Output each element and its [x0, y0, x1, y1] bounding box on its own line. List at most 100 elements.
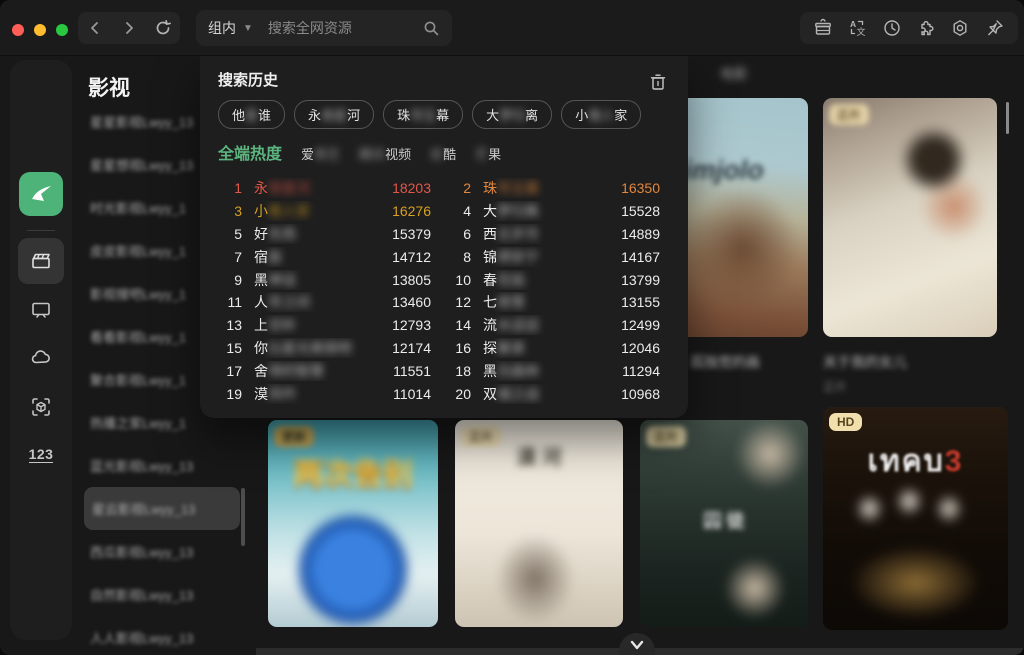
- library-item-label: 皮皮影视Lwyy_1: [90, 244, 187, 259]
- library-item-label: 西瓜影视Lwyy_13: [90, 545, 194, 560]
- rank-number: 12: [455, 294, 471, 311]
- rank-number: 16: [455, 339, 471, 356]
- tab-text-part: 果: [488, 147, 502, 162]
- ranking-item[interactable]: 18 黑白森林 11294: [447, 359, 660, 382]
- platform-tab-1[interactable]: 腾讯视频: [359, 144, 411, 163]
- rank-title-blurred: 世之间: [268, 294, 310, 311]
- history-tag[interactable]: 小巷人家: [561, 100, 642, 129]
- history-button[interactable]: [880, 16, 904, 40]
- platform-tab-3[interactable]: 芒果: [475, 144, 501, 163]
- ranking-item[interactable]: 17 舍得的智慧 11551: [218, 359, 431, 382]
- rank-number: 18: [455, 362, 471, 379]
- section-tab[interactable]: 电影: [720, 64, 748, 84]
- ranking-item[interactable]: 19 漠风吟 11014: [218, 382, 431, 405]
- rank-title-blurred: 敌: [268, 248, 282, 265]
- forward-button[interactable]: [116, 15, 142, 41]
- rank-value: 12793: [392, 317, 431, 334]
- sidebar-item-tv[interactable]: [18, 286, 64, 332]
- poster-card[interactable]: 漠 河正片: [455, 420, 623, 627]
- library-item-label: 人人影视Lwyy_13: [90, 631, 194, 646]
- ranking-item[interactable]: 16 探案录 12046: [447, 337, 660, 360]
- library-item[interactable]: 星云影视Lwyy_13: [84, 487, 240, 530]
- library-item-label: 蓝光影视Lwyy_13: [90, 459, 194, 474]
- history-tag[interactable]: 永夜星河: [294, 100, 375, 129]
- ranking-item[interactable]: 20 双城之战 10968: [447, 382, 660, 405]
- ranking-item[interactable]: 11 人世之间 13460: [218, 291, 431, 314]
- poster-card[interactable]: เทคบ3 HD: [823, 407, 1008, 630]
- sidebar-item-cloud[interactable]: [18, 334, 64, 380]
- rank-title: 你比星光美丽吧: [254, 338, 392, 358]
- gift-button[interactable]: [811, 16, 835, 40]
- app-logo[interactable]: [19, 172, 63, 216]
- rank-title: 黑神话: [254, 270, 392, 290]
- rank-title-prefix: 小: [254, 203, 268, 220]
- rank-title: 大梦归离: [483, 201, 621, 221]
- search-scope-select[interactable]: 组内: [208, 18, 236, 38]
- rank-value: 15528: [621, 203, 660, 220]
- library-item[interactable]: 人人影视Lwyy_13: [76, 616, 250, 655]
- search-input[interactable]: [265, 19, 416, 37]
- poster-title: 孤独觉的画: [690, 354, 760, 370]
- rank-title-prefix: 黑: [254, 271, 268, 288]
- ranking-item[interactable]: 13 上甘岭 12793: [218, 314, 431, 337]
- rank-number: 9: [234, 271, 242, 288]
- ranking-item[interactable]: 15 你比星光美丽吧 12174: [218, 337, 431, 360]
- pin-button[interactable]: [983, 16, 1007, 40]
- refresh-icon: [156, 19, 171, 35]
- ranking-item[interactable]: 10 春花焰 13799: [447, 268, 660, 291]
- rank-value: 11551: [393, 362, 431, 379]
- scroll-more-button[interactable]: [619, 633, 655, 655]
- rank-title: 宿敌: [254, 247, 392, 267]
- history-tag[interactable]: 大梦归离: [472, 100, 553, 129]
- settings-button[interactable]: [948, 16, 972, 40]
- library-item[interactable]: 自然影视Lwyy_13: [76, 573, 250, 616]
- poster-card[interactable]: 两次告别 更新: [268, 420, 438, 627]
- ranking-item[interactable]: 8 锦绣安宁 14167: [447, 245, 660, 268]
- refresh-button[interactable]: [150, 15, 176, 41]
- ranking-item[interactable]: 6 西北岁月 14889: [447, 223, 660, 246]
- minimize-button[interactable]: [34, 24, 46, 36]
- translate-button[interactable]: A 文: [845, 16, 869, 40]
- extensions-button[interactable]: [914, 16, 938, 40]
- library-title: 影视: [88, 77, 130, 100]
- clear-history-button[interactable]: [650, 73, 666, 91]
- poster-card[interactable]: 正片: [823, 98, 997, 337]
- library-item[interactable]: 西瓜影视Lwyy_13: [76, 530, 250, 573]
- history-tag[interactable]: 珠帘玉幕: [383, 100, 464, 129]
- close-button[interactable]: [12, 24, 24, 36]
- ranking-item[interactable]: 9 黑神话 13805: [218, 268, 431, 291]
- rank-value: 13460: [392, 294, 431, 311]
- rank-title-blurred: 神话: [268, 271, 296, 288]
- library-item[interactable]: 蓝光影视Lwyy_13: [76, 444, 250, 487]
- sidebar-item-numbers[interactable]: 123: [18, 432, 64, 478]
- library-item-label: 星星想视Lwyy_13: [90, 158, 194, 173]
- ranking-item[interactable]: 5 好东西 15379: [218, 223, 431, 246]
- platform-tab-2[interactable]: 优酷: [430, 144, 456, 163]
- poster-title: 关于我的女儿: [823, 354, 907, 370]
- library-item-label: 时光影视Lwyy_1: [90, 201, 187, 216]
- ranking-item[interactable]: 12 七夜雪 13155: [447, 291, 660, 314]
- ranking-item[interactable]: 7 宿敌 14712: [218, 245, 431, 268]
- rank-title-prefix: 上: [254, 317, 268, 334]
- rank-title-blurred: 梦归离: [497, 203, 539, 220]
- poster-card[interactable]: 囚 徒 正片: [640, 420, 808, 627]
- tag-blurred-part: 梦归: [499, 108, 526, 123]
- library-scrollbar-thumb[interactable]: [241, 488, 245, 546]
- library-item-label: 星云影视Lwyy_13: [92, 502, 196, 517]
- ranking-item[interactable]: 1 永夜星河 18203: [218, 177, 431, 200]
- rank-title-prefix: 流: [483, 317, 497, 334]
- tab-all-platforms[interactable]: 全端热度: [218, 140, 282, 164]
- ranking-item[interactable]: 3 小巷人家 16276: [218, 200, 431, 223]
- sidebar-item-movies[interactable]: [18, 238, 64, 284]
- rank-title: 小巷人家: [254, 201, 392, 221]
- zoom-button[interactable]: [56, 24, 68, 36]
- history-tag[interactable]: 他是谁: [218, 100, 286, 129]
- sidebar-item-scan[interactable]: [18, 384, 64, 430]
- poster-image: [823, 98, 997, 337]
- content-scrollbar-thumb[interactable]: [1006, 102, 1009, 134]
- ranking-item[interactable]: 2 珠帘玉幕 16350: [447, 177, 660, 200]
- back-button[interactable]: [82, 15, 108, 41]
- ranking-item[interactable]: 4 大梦归离 15528: [447, 200, 660, 223]
- platform-tab-0[interactable]: 爱奇艺: [301, 144, 340, 163]
- ranking-item[interactable]: 14 流水迢迢 12499: [447, 314, 660, 337]
